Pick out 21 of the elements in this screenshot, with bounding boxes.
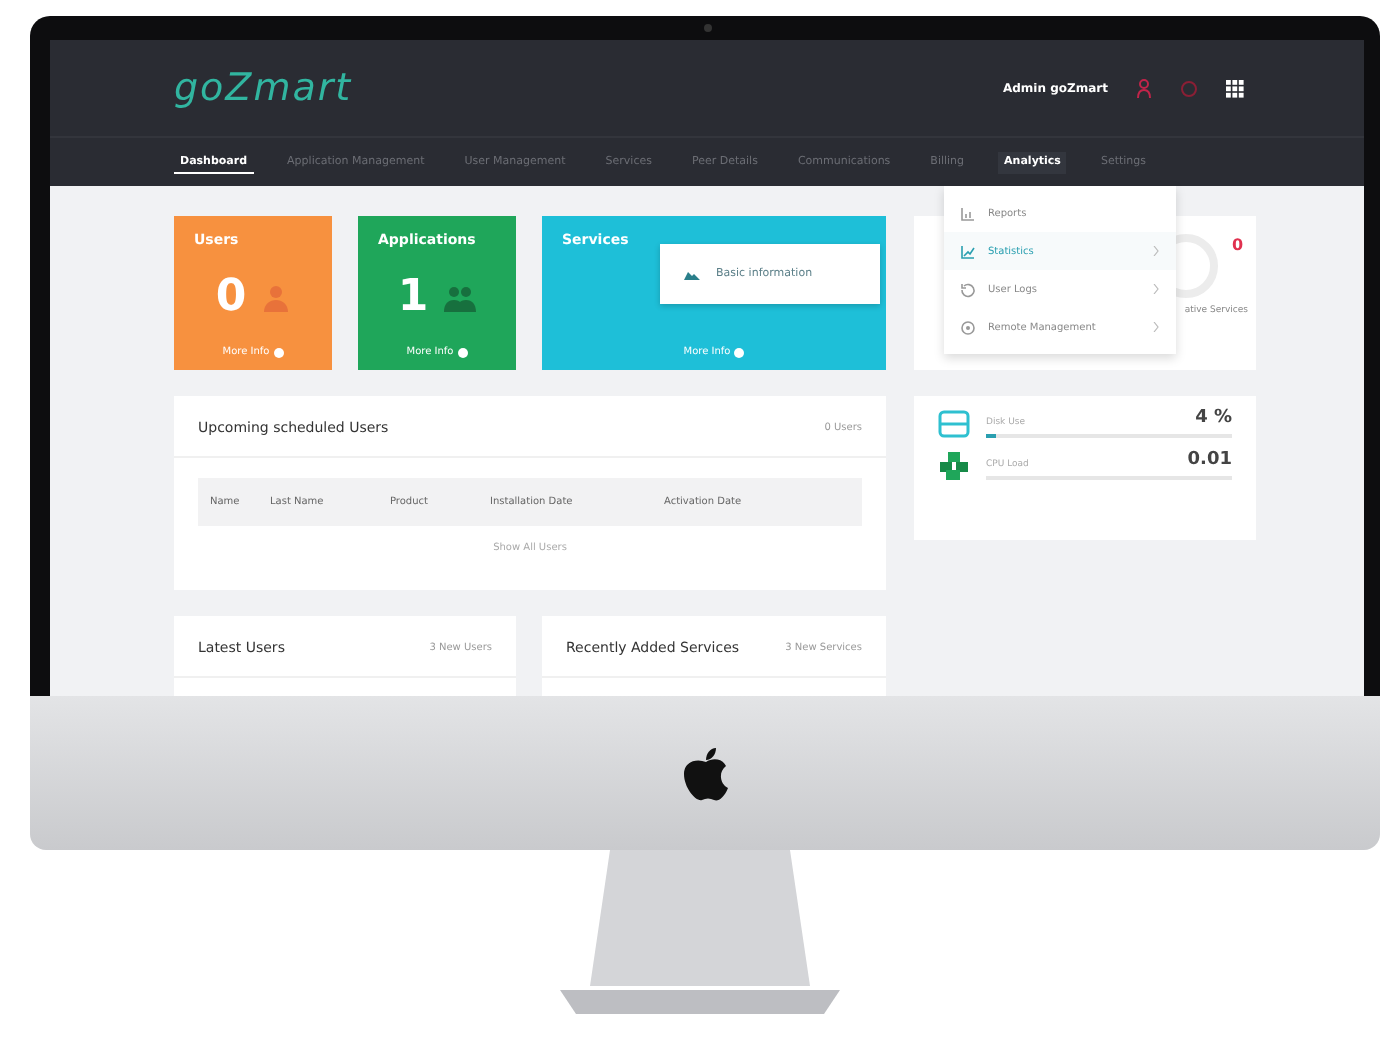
count: 1 bbox=[397, 272, 429, 322]
logo: goZmart bbox=[174, 66, 353, 110]
history-icon bbox=[960, 281, 976, 297]
resource-value: 4 % bbox=[1195, 408, 1232, 428]
user-icon bbox=[262, 283, 291, 311]
chevron-icon bbox=[1152, 246, 1160, 256]
gauge-value: 0 bbox=[1232, 236, 1244, 254]
trend-icon bbox=[960, 243, 976, 259]
count: 0 bbox=[215, 272, 247, 322]
user-icon[interactable] bbox=[1136, 78, 1152, 98]
camera-icon bbox=[704, 24, 712, 32]
logo-icon bbox=[681, 745, 729, 801]
chevron-icon bbox=[1152, 322, 1160, 332]
power-icon[interactable] bbox=[1180, 79, 1198, 97]
remote-icon bbox=[960, 319, 976, 335]
apps-grid-icon[interactable] bbox=[1226, 79, 1244, 97]
bar-chart-icon bbox=[960, 205, 976, 221]
image-icon bbox=[684, 268, 700, 280]
group-icon bbox=[444, 283, 477, 311]
chevron-icon bbox=[1152, 284, 1160, 294]
resource-value: 0.01 bbox=[1187, 450, 1232, 470]
